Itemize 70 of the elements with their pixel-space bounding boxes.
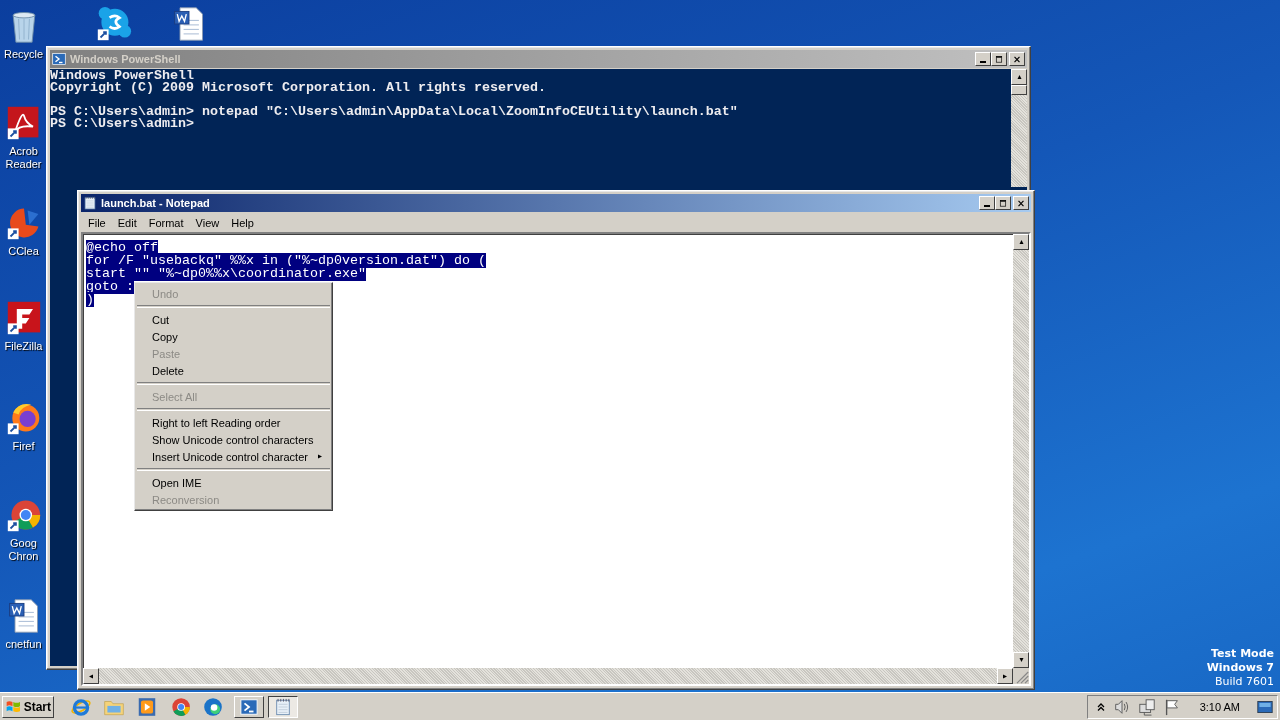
close-button[interactable] [1009,52,1025,66]
close-icon [1016,198,1026,208]
window-title: launch.bat - Notepad [101,197,210,209]
menu-item[interactable]: File [82,216,112,229]
clock[interactable]: 3:10 AM [1199,700,1240,713]
horizontal-scrollbar[interactable] [83,668,1013,684]
scroll-left-button[interactable] [83,668,99,684]
watermark-text: Build 7601 [1214,675,1274,689]
icon-label[interactable]: Acrob Reader [3,145,44,171]
console-line: Windows PowerShell [50,70,195,82]
size-grip-icon[interactable] [1013,668,1029,684]
menu-item[interactable]: Format [142,216,190,229]
maximize-icon [994,54,1004,64]
shell-icon [240,697,258,716]
up-arrow-icon [1015,75,1023,79]
icon-label[interactable]: Recycle [3,48,44,61]
menu-item[interactable]: View [189,216,226,229]
window-title: Windows PowerShell [70,53,181,65]
show-desktop-icon[interactable] [1255,698,1275,715]
minimize-button[interactable] [979,196,995,210]
network-icon[interactable] [1137,697,1156,716]
minimize-button[interactable] [975,52,991,66]
icon-label[interactable]: Firef [12,440,35,453]
browser-icon[interactable] [202,695,224,718]
icon-label[interactable]: CClea [8,245,39,258]
up-arrow-icon [1017,240,1025,244]
maximize-icon [998,198,1008,208]
console-line: PS C:\Users\admin> notepad "C:\Users\admin\AppData\Local\ZoomInfoCEUtility\launch.bat" [50,106,739,118]
menu-item[interactable]: Help [225,216,260,229]
scroll-up-button[interactable] [1011,69,1027,85]
menu-item[interactable]: Delete [135,362,332,379]
vertical-scrollbar[interactable] [1013,234,1029,668]
scroll-up-button[interactable] [1013,234,1029,250]
menu-item[interactable]: Show Unicode control characters [135,431,332,448]
maximize-button[interactable] [991,52,1007,66]
menu-item[interactable]: Open IME [135,474,332,491]
shell-icon [52,52,66,66]
app-icon[interactable] [5,300,42,336]
watermark-text: Windows 7 [1206,661,1274,675]
scroll-down-button[interactable] [1013,652,1029,668]
right-arrow-icon [1003,672,1007,680]
vertical-scrollbar[interactable] [1011,69,1027,187]
left-arrow-icon [89,672,93,680]
maximize-button[interactable] [995,196,1011,210]
close-icon [1012,54,1022,64]
submenu-arrow-icon [318,453,322,460]
taskbar-button[interactable] [268,695,298,718]
menu-item[interactable]: Right to left Reading order [135,414,332,431]
console-line: Copyright (C) 2009 Microsoft Corporation. All rights reserved. [50,82,547,94]
scroll-thumb[interactable] [1011,85,1027,95]
close-button[interactable] [1013,196,1029,210]
menu-item[interactable]: Edit [111,216,143,229]
menu-item[interactable]: Insert Unicode control character [135,448,332,465]
scroll-right-button[interactable] [997,668,1013,684]
icon-label[interactable]: cnetfun [5,638,42,651]
watermark-text: Test Mode [1211,647,1274,661]
minimize-icon [980,61,986,63]
down-arrow-icon [1017,658,1025,662]
console-line: PS C:\Users\admin> [50,118,195,130]
menu-item[interactable]: Copy [135,328,332,345]
minimize-icon [984,205,990,207]
menu-item[interactable]: Cut [135,311,332,328]
media-player-icon[interactable] [136,695,158,718]
chat-app-icon[interactable] [96,6,132,42]
icon-label[interactable]: FileZilla [4,340,43,353]
notepad-icon [274,697,292,716]
speaker-icon[interactable] [1112,697,1131,716]
icon-label[interactable]: Goog Chron [3,537,44,563]
start-button[interactable]: Start [2,695,54,718]
notepad-icon [83,196,97,210]
